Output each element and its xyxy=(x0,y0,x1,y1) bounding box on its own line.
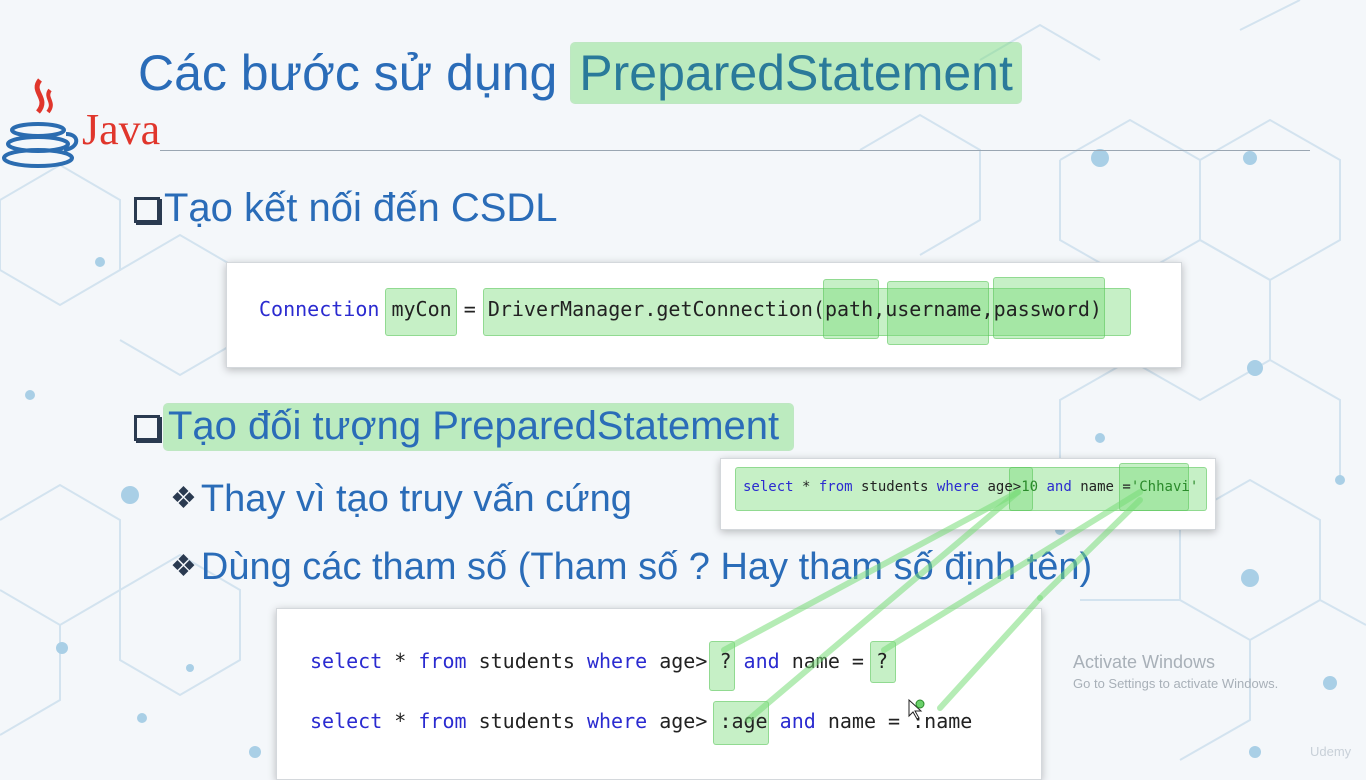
java-wordmark: Java xyxy=(82,105,161,154)
activate-windows-hint: Go to Settings to activate Windows. xyxy=(1073,676,1279,691)
diamond-bullet-icon: ❖ xyxy=(170,550,197,583)
named-parameter-query-line: select * from students where age> :age a… xyxy=(310,709,973,733)
connection-code-card: Connection myCon = DriverManager.getConn… xyxy=(226,262,1182,368)
udemy-watermark: Udemy xyxy=(1310,744,1352,759)
activate-windows-watermark: Activate Windows xyxy=(1073,652,1216,672)
hardcoded-query-line: select * from students where age>10 and … xyxy=(743,479,1199,495)
bullet-create-prepared-statement: Tạo đối tượng PreparedStatement xyxy=(134,404,794,450)
checkbox-bullet-icon xyxy=(134,197,160,223)
sub-bullet-use-parameters: ❖ Dùng các tham số (Tham số ? Hay tham số… xyxy=(170,546,1093,588)
title-highlight: PreparedStatement xyxy=(571,43,1021,103)
title-prefix: Các bước sử dụng xyxy=(138,45,558,101)
bullet-create-connection: Tạo kết nối đến CSDL xyxy=(134,186,558,231)
parameterized-query-card: select * from students where age> ? and … xyxy=(276,608,1042,780)
title-divider xyxy=(160,150,1310,151)
diamond-bullet-icon: ❖ xyxy=(170,482,197,515)
question-mark-query-line: select * from students where age> ? and … xyxy=(310,649,889,673)
hardcoded-query-card: select * from students where age>10 and … xyxy=(720,458,1216,530)
sub-bullet-instead-hardcoded: ❖ Thay vì tạo truy vấn cứng xyxy=(170,478,632,520)
checkbox-bullet-icon xyxy=(134,415,160,441)
bullet-text: Tạo kết nối đến CSDL xyxy=(164,186,558,230)
connection-code-line: Connection myCon = DriverManager.getConn… xyxy=(259,297,1102,321)
bullet-text: Tạo đối tượng PreparedStatement xyxy=(164,404,794,450)
slide-title: Các bước sử dụng PreparedStatement xyxy=(138,43,1021,103)
java-logo: Java xyxy=(0,74,180,178)
